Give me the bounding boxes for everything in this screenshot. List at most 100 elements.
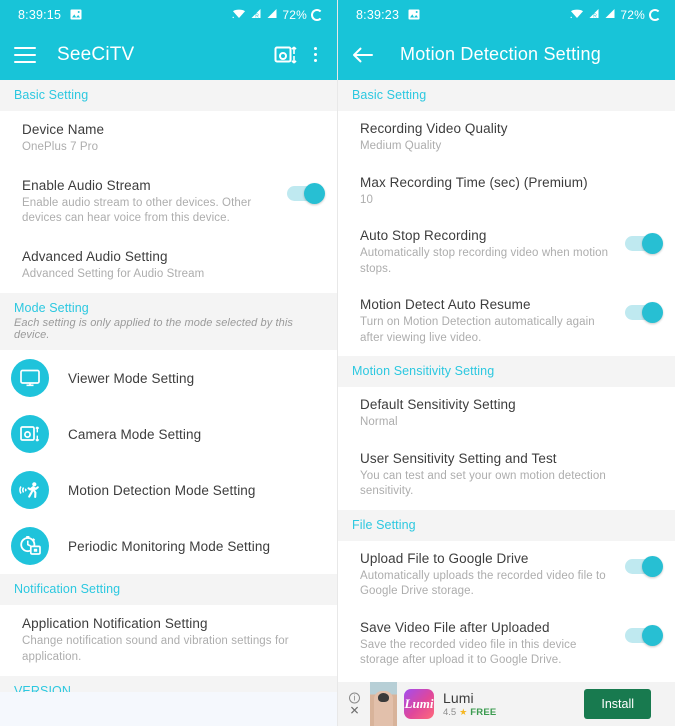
- list-item-max-recording-time[interactable]: Max Recording Time (sec) (Premium) 10: [338, 164, 675, 219]
- wifi-icon: [570, 6, 584, 24]
- list-item-title: Advanced Audio Setting: [22, 248, 168, 264]
- svg-text:R: R: [256, 13, 260, 18]
- list-item-auto-stop-recording[interactable]: Auto Stop Recording Automatically stop r…: [338, 218, 675, 288]
- status-bar-right: 8:39:23 R 72%: [338, 0, 675, 29]
- section-title: Motion Sensitivity Setting: [352, 364, 495, 379]
- list-item-subtitle: Enable audio stream to other devices. Ot…: [22, 196, 252, 225]
- sidebar-item-label: Motion Detection Mode Setting: [68, 482, 256, 498]
- list-item-title: Upload File to Google Drive: [360, 550, 529, 566]
- section-header-mode-setting: Mode Setting Each setting is only applie…: [0, 293, 337, 351]
- ad-app-icon: Lumi: [404, 689, 434, 719]
- list-item-application-notification-setting[interactable]: Application Notification Setting Change …: [0, 605, 337, 677]
- list-item-title: Max Recording Time (sec) (Premium): [360, 174, 588, 190]
- ad-app-name: Lumi: [443, 690, 474, 706]
- sidebar-item-motion-detection-mode[interactable]: Motion Detection Mode Setting: [0, 462, 337, 519]
- toggle-save-video-file-after-uploaded[interactable]: [625, 624, 663, 646]
- ad-app-meta: 4.5 ★ FREE: [443, 707, 496, 718]
- install-button[interactable]: Install: [584, 689, 651, 719]
- list-item-title: Save Video File after Uploaded: [360, 619, 550, 635]
- ad-price: FREE: [470, 707, 497, 718]
- list-item-user-sensitivity-setting-and-test[interactable]: User Sensitivity Setting and Test You ca…: [338, 440, 675, 510]
- list-item-subtitle: Normal: [360, 416, 398, 429]
- dual-panel-screenshot: 8:39:15 R 72% SeeCiTV Basic Setting Devi…: [0, 0, 675, 726]
- back-arrow-icon[interactable]: [352, 46, 374, 64]
- sidebar-item-label: Periodic Monitoring Mode Setting: [68, 538, 271, 554]
- sidebar-item-periodic-monitoring-mode[interactable]: Periodic Monitoring Mode Setting: [0, 518, 337, 575]
- ad-banner[interactable]: i ✕ Lumi Lumi 4.5 ★ FREE Install: [338, 682, 675, 726]
- app-bar-right: Motion Detection Setting: [338, 29, 675, 80]
- signal-icon: R: [250, 6, 262, 24]
- list-item-subtitle: Change notification sound and vibration …: [22, 635, 289, 663]
- list-item-title: Device Name: [22, 122, 105, 137]
- sidebar-item-viewer-mode[interactable]: Viewer Mode Setting: [0, 350, 337, 407]
- toggle-enable-audio-stream[interactable]: [287, 182, 325, 204]
- wifi-icon: [232, 6, 246, 24]
- ad-controls: i ✕: [349, 692, 360, 717]
- star-icon: ★: [459, 707, 468, 717]
- list-item-subtitle: Turn on Motion Detection automatically a…: [360, 316, 595, 344]
- section-header-motion-sensitivity-setting: Motion Sensitivity Setting: [338, 356, 675, 388]
- list-item-subtitle: OnePlus 7 Pro: [22, 141, 99, 153]
- section-title: File Setting: [352, 517, 416, 532]
- bottom-filler: [0, 692, 337, 726]
- section-header-basic-setting: Basic Setting: [338, 80, 675, 111]
- list-item-enable-audio-stream[interactable]: Enable Audio Stream Enable audio stream …: [0, 166, 337, 238]
- list-item-subtitle: Medium Quality: [360, 140, 442, 152]
- list-item-subtitle: Automatically stop recording video when …: [360, 247, 609, 275]
- close-icon[interactable]: ✕: [349, 705, 359, 717]
- list-item-title: Auto Stop Recording: [360, 228, 487, 244]
- sync-spinner-icon: [311, 8, 323, 21]
- section-header-basic-setting: Basic Setting: [0, 80, 337, 111]
- list-item-save-video-file-after-uploaded[interactable]: Save Video File after Uploaded Save the …: [338, 609, 675, 679]
- app-bar-left: SeeCiTV: [0, 29, 337, 80]
- sidebar-item-label: Viewer Mode Setting: [68, 370, 195, 386]
- monitor-icon: [11, 359, 49, 398]
- ad-rating: 4.5: [443, 707, 457, 718]
- list-item-motion-detect-auto-resume[interactable]: Motion Detect Auto Resume Turn on Motion…: [338, 287, 675, 357]
- list-item-subtitle: Save the recorded video file in this dev…: [360, 638, 577, 667]
- page-title: Motion Detection Setting: [400, 44, 601, 64]
- battery-percent: 72%: [620, 7, 645, 22]
- status-icons-right: R 72%: [232, 6, 323, 24]
- list-item-title: Default Sensitivity Setting: [360, 397, 516, 413]
- list-item-upload-file-to-google-drive[interactable]: Upload File to Google Drive Automaticall…: [338, 540, 675, 610]
- toggle-motion-detect-auto-resume[interactable]: [625, 302, 663, 324]
- running-person-icon: [11, 471, 49, 510]
- list-item-advanced-audio-setting[interactable]: Advanced Audio Setting Advanced Setting …: [0, 237, 337, 294]
- overflow-menu-icon[interactable]: [306, 44, 324, 66]
- sync-spinner-icon: [649, 8, 661, 21]
- signal-icon: R: [588, 6, 600, 24]
- status-time: 8:39:15: [18, 7, 62, 22]
- list-item-recording-video-quality[interactable]: Recording Video Quality Medium Quality: [338, 111, 675, 165]
- stopwatch-camera-icon: [11, 527, 49, 566]
- app-title: SeeCiTV: [57, 43, 135, 65]
- svg-text:R: R: [594, 13, 598, 18]
- list-item-title: Enable Audio Stream: [22, 177, 151, 193]
- right-panel-motion-detection-settings: 8:39:23 R 72% Motion Detection Setting B…: [337, 0, 675, 726]
- photo-icon: [70, 9, 82, 20]
- list-item-title: Application Notification Setting: [22, 616, 208, 632]
- signal2-icon: [266, 6, 278, 24]
- camera-transfer-icon[interactable]: [274, 44, 298, 66]
- list-item-title: Recording Video Quality: [360, 121, 508, 136]
- hamburger-icon[interactable]: [14, 46, 36, 63]
- list-item-device-name[interactable]: Device Name OnePlus 7 Pro: [0, 111, 337, 167]
- status-icons-right: R 72%: [570, 6, 661, 24]
- toggle-upload-file-to-google-drive[interactable]: [625, 555, 663, 577]
- ad-app-info: Lumi 4.5 ★ FREE: [443, 690, 496, 718]
- photo-icon: [408, 9, 420, 20]
- info-icon[interactable]: i: [349, 692, 360, 704]
- status-bar-left: 8:39:15 R 72%: [0, 0, 337, 29]
- list-item-subtitle: Automatically uploads the recorded video…: [360, 569, 606, 598]
- list-item-default-sensitivity-setting[interactable]: Default Sensitivity Setting Normal: [338, 387, 675, 441]
- toggle-auto-stop-recording[interactable]: [625, 233, 663, 255]
- list-item-subtitle: 10: [360, 193, 373, 206]
- battery-percent: 72%: [282, 7, 307, 22]
- sidebar-item-label: Camera Mode Setting: [68, 426, 202, 442]
- section-header-notification-setting: Notification Setting: [0, 574, 337, 606]
- section-title: Mode Setting: [14, 301, 89, 316]
- section-title: Basic Setting: [14, 88, 89, 102]
- list-item-subtitle: You can test and set your own motion det…: [360, 469, 606, 498]
- list-item-title: Motion Detect Auto Resume: [360, 297, 531, 313]
- sidebar-item-camera-mode[interactable]: Camera Mode Setting: [0, 406, 337, 463]
